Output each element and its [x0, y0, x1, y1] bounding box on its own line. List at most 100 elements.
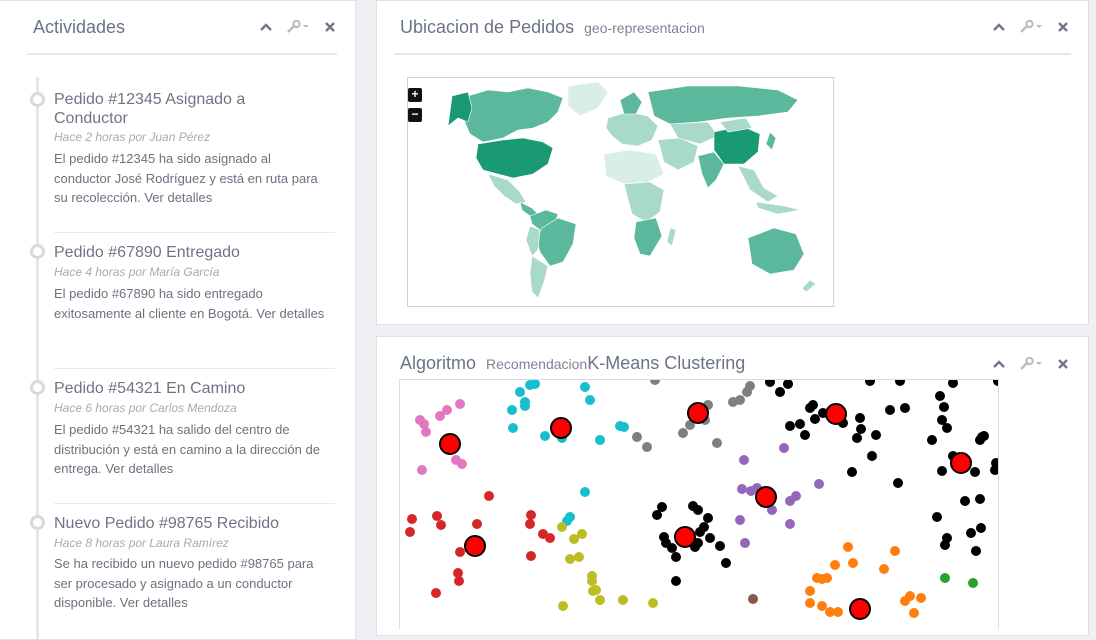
timeline-line — [36, 77, 39, 639]
scatter-point — [975, 494, 985, 504]
map-region-greenland — [567, 81, 609, 117]
algorithm-panel-title: Algoritmo — [400, 353, 477, 373]
scatter-point — [619, 422, 629, 432]
scatter-point — [407, 514, 417, 524]
view-details-link[interactable]: Ver detalles — [256, 306, 324, 321]
map-panel-subtitle: geo-representacion — [584, 20, 705, 36]
map-region-scandinavia — [619, 91, 643, 115]
map-panel-title-wrap: Ubicacion de Pedidos geo-representacion — [400, 17, 705, 38]
scatter-point — [916, 593, 926, 603]
activity-separator — [54, 232, 335, 233]
scatter-point — [699, 522, 709, 532]
timeline-dot — [30, 244, 45, 259]
scatter-point — [431, 588, 441, 598]
scatter-point — [848, 558, 858, 568]
world-map[interactable]: + − — [407, 77, 834, 307]
scatter-point — [830, 560, 840, 570]
map-region-new-zealand — [801, 279, 817, 293]
map-panel-tools — [991, 19, 1071, 35]
scatter-point — [940, 540, 950, 550]
wrench-settings-icon[interactable] — [286, 19, 310, 35]
scatter-point — [472, 519, 482, 529]
scatter-point — [748, 594, 758, 604]
scatter-point — [540, 431, 550, 441]
close-icon[interactable] — [1055, 19, 1071, 35]
zoom-in-button[interactable]: + — [408, 88, 422, 102]
map-region-usa — [475, 137, 554, 179]
activity-title: Pedido #54321 En Camino — [54, 380, 246, 397]
cluster-centroid — [687, 402, 709, 424]
cluster-centroid — [439, 433, 461, 455]
activity-separator — [54, 368, 335, 369]
scatter-point — [693, 505, 703, 515]
map-region-alaska — [447, 91, 473, 127]
scatter-point — [507, 405, 517, 415]
collapse-chevron-up-icon[interactable] — [991, 356, 1007, 372]
map-region-southeast-asia — [737, 165, 779, 203]
close-icon[interactable] — [322, 19, 338, 35]
scatter-point — [900, 596, 910, 606]
timeline-dot — [30, 92, 45, 107]
view-details-link[interactable]: Ver detalles — [105, 461, 173, 476]
collapse-chevron-up-icon[interactable] — [258, 19, 274, 35]
cluster-centroid — [674, 526, 696, 548]
scatter-point — [515, 387, 525, 397]
scatter-point — [900, 403, 910, 413]
scatter-point — [526, 551, 536, 561]
scatter-point — [808, 400, 818, 410]
view-details-link[interactable]: Ver detalles — [144, 190, 212, 205]
wrench-settings-icon[interactable] — [1019, 19, 1043, 35]
map-region-russia — [647, 85, 799, 125]
scatter-point — [800, 430, 810, 440]
scatter-point — [405, 527, 415, 537]
scatter-point — [932, 512, 942, 522]
scatter-point — [795, 419, 805, 429]
activity-body: El pedido #54321 ha salido del centro de… — [54, 420, 326, 479]
activity-body: El pedido #12345 ha sido asignado al con… — [54, 149, 326, 208]
scatter-point — [879, 564, 889, 574]
scatter-point — [775, 387, 785, 397]
scatter-point — [703, 513, 713, 523]
wrench-settings-icon[interactable] — [1019, 356, 1043, 372]
scatter-point — [966, 528, 976, 538]
activity-body-text: El pedido #67890 ha sido entregado exito… — [54, 286, 263, 321]
collapse-chevron-up-icon[interactable] — [991, 19, 1007, 35]
kmeans-scatter-plot — [399, 379, 999, 629]
close-icon[interactable] — [1055, 356, 1071, 372]
timeline-dot — [30, 515, 45, 530]
scatter-point — [565, 554, 575, 564]
scatter-point — [432, 511, 442, 521]
scatter-point — [942, 423, 952, 433]
scatter-point — [960, 496, 970, 506]
scatter-point — [520, 397, 530, 407]
activity-separator — [54, 503, 335, 504]
scatter-point — [585, 395, 595, 405]
activity-body: Se ha recibido un nuevo pedido #98765 pa… — [54, 554, 326, 613]
activity-title: Pedido #67890 Entregado — [54, 244, 240, 261]
scatter-point — [937, 466, 947, 476]
map-header-divider — [394, 53, 1071, 55]
scatter-point — [737, 484, 747, 494]
activities-panel: Actividades Pedido #12345 Asignado a Con… — [0, 0, 356, 640]
scatter-point — [909, 608, 919, 618]
scatter-point — [667, 543, 677, 553]
world-map-svg — [447, 81, 817, 299]
activity-meta: Hace 4 horas por María García — [54, 265, 220, 279]
activity-meta: Hace 2 horas por Juan Pérez — [54, 130, 211, 144]
scatter-point — [569, 534, 579, 544]
activities-header-divider — [27, 53, 337, 55]
scatter-point — [785, 421, 795, 431]
chart-title: K-Means Clustering — [587, 353, 746, 373]
kmeans-scatter-svg — [405, 380, 998, 620]
scatter-point — [632, 432, 642, 442]
scatter-point — [927, 435, 937, 445]
scatter-point — [745, 381, 755, 391]
view-details-link[interactable]: Ver detalles — [120, 595, 188, 610]
scatter-point — [948, 380, 958, 388]
algorithm-panel: Algoritmo RecomendacionK-Means Clustering — [376, 336, 1089, 636]
map-panel-header: Ubicacion de Pedidos geo-representacion — [377, 1, 1088, 55]
zoom-out-button[interactable]: − — [408, 108, 422, 122]
scatter-point — [871, 430, 881, 440]
scatter-point — [822, 573, 832, 583]
scatter-point — [454, 576, 464, 586]
